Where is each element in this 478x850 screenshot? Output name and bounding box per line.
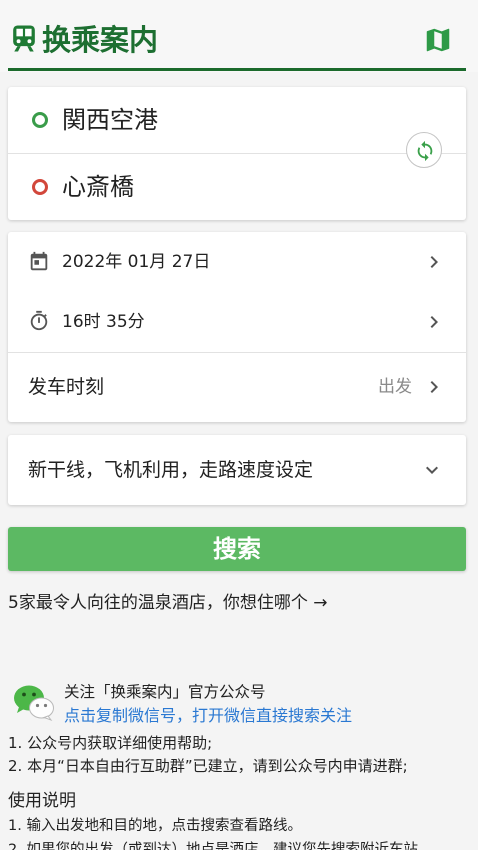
departure-station-field[interactable]: 関西空港	[8, 87, 466, 153]
header-divider	[8, 68, 466, 71]
train-icon	[11, 24, 37, 53]
wechat-follow-title: 关注「换乘案内」官方公众号	[64, 683, 266, 701]
departure-marker-icon	[32, 112, 48, 128]
arrival-marker-icon	[32, 179, 48, 195]
time-value: 16时 35分	[62, 312, 145, 332]
departure-mode-row[interactable]: 发车时刻 出发	[8, 353, 466, 422]
date-value: 2022年 01月 27日	[62, 252, 211, 272]
chevron-right-icon	[422, 310, 446, 334]
map-button[interactable]	[423, 25, 453, 55]
date-picker-row[interactable]: 2022年 01月 27日	[8, 232, 466, 292]
app-header: 换乘案内	[0, 0, 478, 72]
departure-mode-label: 发车时刻	[28, 376, 105, 398]
chevron-right-icon	[422, 250, 446, 274]
chevron-down-icon	[420, 458, 444, 482]
arrival-station-name: 心斎橋	[62, 173, 134, 201]
route-card: 関西空港 心斎橋	[8, 87, 466, 220]
map-icon	[426, 28, 450, 52]
arrival-station-field[interactable]: 心斎橋	[8, 154, 466, 220]
timer-icon	[28, 310, 50, 332]
usage-heading: 使用说明	[8, 791, 76, 811]
time-picker-row[interactable]: 16时 35分	[8, 292, 466, 352]
swap-icon	[417, 140, 433, 162]
schedule-card: 2022年 01月 27日 16时 35分 发车时刻 出发	[8, 232, 466, 422]
promo-link[interactable]: 5家最令人向往的温泉酒店，你想住哪个 →	[8, 592, 327, 614]
wechat-copy-link[interactable]: 点击复制微信号，打开微信直接搜索关注	[64, 705, 352, 727]
options-label: 新干线，飞机利用，走路速度设定	[28, 459, 314, 481]
usage-item-clip: 2. 如果您的出发（或到达）地点是酒店，建议您先搜索附近车站。	[8, 840, 470, 850]
departure-station-name: 関西空港	[62, 106, 158, 134]
usage-item: 1. 输入出发地和目的地，点击搜索查看路线。	[8, 818, 302, 834]
usage-item: 2. 如果您的出发（或到达）地点是酒店，建议您先搜索附近车站。	[8, 842, 433, 850]
search-button[interactable]: 搜索	[8, 527, 466, 571]
note-item: 2. 本月“日本自由行互助群”已建立，请到公众号内申请进群;	[8, 757, 408, 775]
departure-mode-value: 出发	[378, 377, 412, 397]
wechat-icon	[12, 682, 56, 722]
calendar-icon	[28, 251, 50, 273]
options-card[interactable]: 新干线，飞机利用，走路速度设定	[8, 435, 466, 505]
chevron-right-icon	[422, 375, 446, 399]
note-item: 1. 公众号内获取详细使用帮助;	[8, 734, 213, 752]
app-title: 换乘案内	[42, 23, 159, 57]
swap-stations-button[interactable]	[406, 132, 442, 168]
